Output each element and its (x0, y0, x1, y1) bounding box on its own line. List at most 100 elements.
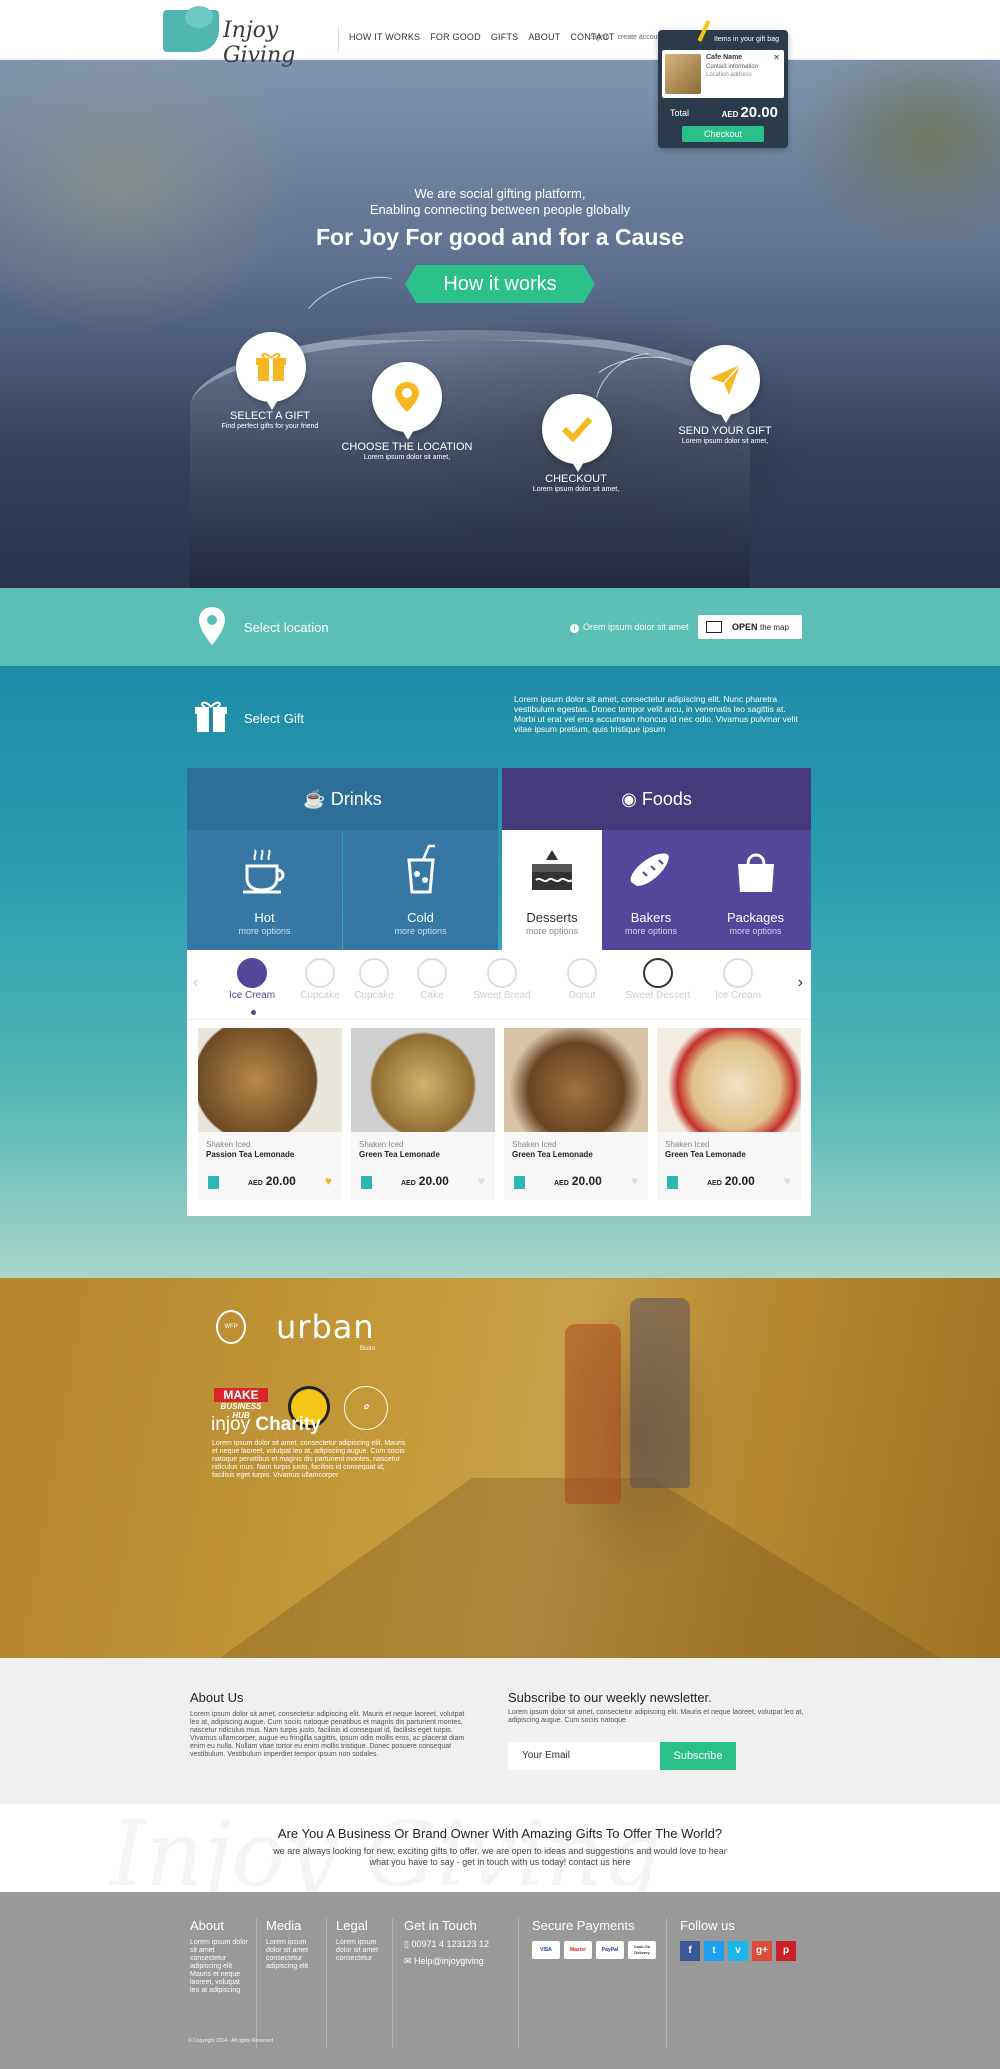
circle-logo: ✿ (344, 1386, 388, 1430)
footer-divider (326, 1918, 327, 2048)
gift-bag-title: Items in your gift bag (714, 36, 779, 43)
type-sweet-bread[interactable]: Sweet Bread (467, 958, 537, 1001)
charity-section: WFP urban Bistro MAKE BUSINESS HUB ✿ injo… (0, 1278, 1000, 1658)
charity-photo-ground (220, 1478, 940, 1658)
cold-drink-icon (406, 844, 435, 894)
bookmark-icon[interactable] (361, 1176, 372, 1189)
type-cake[interactable]: Cake (397, 958, 467, 1001)
footer-heading[interactable]: About (190, 1918, 250, 1933)
heart-icon[interactable]: ♥ (631, 1174, 638, 1188)
nav-divider (338, 26, 339, 52)
business-text[interactable]: we are always looking for new, exciting … (270, 1846, 730, 1868)
about-section: About Us Lorem ipsum dolor sit amet, con… (0, 1658, 1000, 1804)
subcategory-cold[interactable]: Cold more options (343, 830, 498, 950)
heart-icon[interactable]: ♥ (478, 1174, 485, 1188)
logo-text: Injoy Giving (223, 18, 296, 68)
email-input[interactable]: Your Email (508, 1742, 660, 1770)
footer-media: Media Lorem ipsum dolor sit amet consect… (266, 1918, 320, 1971)
footer-divider (518, 1918, 519, 2048)
chevron-left-icon[interactable]: ‹ (193, 974, 198, 992)
product-subtitle: Shaken Iced (512, 1140, 557, 1149)
how-it-works-button[interactable]: How it works (405, 265, 595, 303)
subcategory-packages[interactable]: Packages more options (700, 830, 811, 950)
open-map-button[interactable]: OPEN the map (698, 615, 802, 639)
step-label: CHECKOUT (545, 473, 607, 485)
tab-foods[interactable]: ◉ Foods (502, 768, 811, 830)
bookmark-icon[interactable] (208, 1176, 219, 1189)
product-price: AED 20.00 (707, 1174, 755, 1188)
about-title: About Us (190, 1690, 244, 1705)
footer-heading: Follow us (680, 1918, 735, 1933)
phone-line[interactable]: ▯ 00971 4 123123 12 (404, 1939, 514, 1950)
checkout-button[interactable]: Checkout (682, 126, 764, 142)
type-ice-cream[interactable]: Ice Cream (703, 958, 773, 1001)
footer-follow: Follow us f t v g+ p (680, 1918, 810, 1961)
type-sweet-dessert[interactable]: Sweet Dessert (623, 958, 693, 1001)
footer-divider (666, 1918, 667, 2048)
header: Injoy Giving HOW IT WORKS FOR GOOD GIFTS… (0, 0, 1000, 68)
email-line[interactable]: ✉ Help@injoygiving (404, 1956, 514, 1967)
about-text: Lorem ipsum dolor sit amet, consectetur … (190, 1711, 465, 1758)
charity-title: injoy Charity (211, 1414, 321, 1435)
step-send-gift[interactable] (690, 345, 760, 423)
main-nav: HOW IT WORKS FOR GOOD GIFTS ABOUT CONTAC… (349, 32, 615, 42)
step-select-gift[interactable] (236, 332, 306, 410)
tab-drinks[interactable]: ☕ Drinks (187, 768, 498, 830)
nav-how-it-works[interactable]: HOW IT WORKS (349, 32, 420, 42)
type-ice-cream[interactable]: Ice Cream (217, 958, 287, 1001)
location-info: i Orem ipsum dolor sit amet (570, 622, 689, 633)
create-account-link[interactable]: create account (617, 34, 663, 41)
product-card[interactable]: Shaken Iced Green Tea Lemonade AED 20.00 … (504, 1028, 648, 1200)
location-pin-icon (199, 607, 225, 645)
newsletter-title: Subscribe to our weekly newsletter. (508, 1690, 712, 1705)
subcategory-hot[interactable]: Hot more options (187, 830, 342, 950)
chevron-right-icon[interactable]: › (798, 974, 803, 992)
gift-bag-item: Cafe Name Contact information Location a… (662, 50, 784, 98)
checkmark-icon (561, 416, 593, 443)
subscribe-button[interactable]: Subscribe (660, 1742, 736, 1770)
cupcake-icon (305, 958, 335, 988)
paypal-icon: PayPal (596, 1941, 624, 1959)
type-donut[interactable]: Donut (547, 958, 617, 1001)
product-image (504, 1028, 648, 1132)
urban-logo: urban (276, 1308, 375, 1346)
bookmark-icon[interactable] (514, 1176, 525, 1189)
signin-link[interactable]: Signin (590, 34, 609, 41)
facebook-icon[interactable]: f (680, 1941, 700, 1961)
gift-description: Lorem ipsum dolor sit amet, consectetur … (514, 694, 798, 734)
package-bag-icon (737, 853, 774, 892)
footer-heading[interactable]: Media (266, 1918, 320, 1933)
subcategory-bakers[interactable]: Bakers more options (602, 830, 700, 950)
step-choose-location[interactable] (372, 362, 442, 440)
subcategory-desserts[interactable]: Desserts more options (502, 830, 602, 950)
urban-logo-sub: Bistro (360, 1346, 376, 1352)
product-type-carousel: ‹ Ice Cream Cupcake Cupcake Cake Sweet B… (187, 950, 811, 1020)
product-card[interactable]: Shaken Iced Green Tea Lemonade AED 20.00 … (657, 1028, 801, 1200)
logo[interactable]: Injoy Giving (163, 6, 329, 68)
cash-on-delivery-icon: Cash On Delivery (628, 1941, 656, 1959)
footer-text: Lorem ipsum dolor sit amet consectetur (336, 1939, 379, 1962)
heart-icon[interactable]: ♥ (325, 1174, 332, 1188)
step-label: CHOOSE THE LOCATION (341, 441, 473, 453)
product-card[interactable]: Shaken Iced Passion Tea Lemonade AED 20.0… (198, 1028, 342, 1200)
select-location-label[interactable]: Select location (244, 620, 329, 635)
cake-icon (532, 850, 573, 890)
product-card[interactable]: Shaken Iced Green Tea Lemonade AED 20.00 … (351, 1028, 495, 1200)
heart-icon[interactable]: ♥ (784, 1174, 791, 1188)
cupcake-icon (359, 958, 389, 988)
pinterest-icon[interactable]: p (776, 1941, 796, 1961)
close-icon[interactable]: ✕ (773, 53, 780, 62)
bookmark-icon[interactable] (667, 1176, 678, 1189)
nav-about[interactable]: ABOUT (528, 32, 560, 42)
footer-legal: Legal Lorem ipsum dolor sit amet consect… (336, 1918, 386, 1963)
twitter-icon[interactable]: t (704, 1941, 724, 1961)
cup-icon: ☕ (303, 789, 331, 809)
candy-icon: ◉ (621, 789, 642, 809)
nav-for-good[interactable]: FOR GOOD (430, 32, 481, 42)
item-contact: Contact information (706, 64, 759, 70)
google-plus-icon[interactable]: g+ (752, 1941, 772, 1961)
nav-gifts[interactable]: GIFTS (491, 32, 519, 42)
footer-heading[interactable]: Legal (336, 1918, 386, 1933)
step-checkout[interactable] (542, 394, 612, 472)
vimeo-icon[interactable]: v (728, 1941, 748, 1961)
